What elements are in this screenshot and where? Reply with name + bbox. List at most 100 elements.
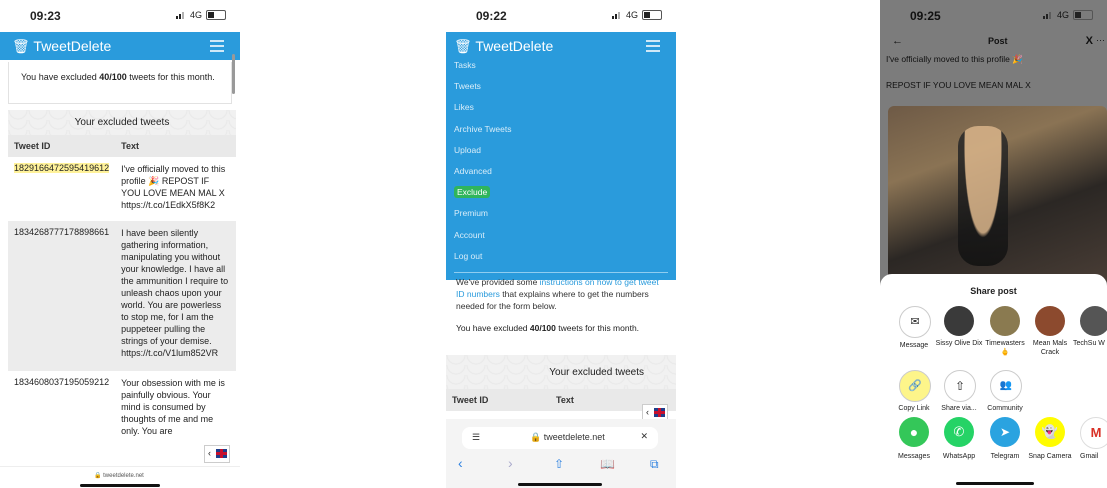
bookmarks-icon[interactable]: 📖 (600, 457, 615, 471)
address-bar[interactable]: ☰ 🔒 tweetdelete.net ✕ (462, 427, 658, 449)
menu-item-log-out[interactable]: Log out (446, 246, 676, 267)
menu-item-upload[interactable]: Upload (446, 140, 676, 161)
column-header-text: Text (556, 395, 574, 405)
brand-logo[interactable]: 🗑 TweetDelete (454, 38, 553, 55)
signal-icon (175, 11, 186, 19)
network-type: 4G (625, 10, 638, 20)
browser-bottom-bar: ☰ 🔒 tweetdelete.net ✕ ‹ › ⇧ 📖 ⧉ (446, 419, 676, 488)
x-logo-icon: X (1085, 35, 1093, 47)
hamburger-menu-icon[interactable] (646, 40, 660, 52)
tweet-id-cell: 1834608037195059212 (14, 377, 110, 387)
signal-icon (1042, 11, 1053, 19)
status-bar: 09:22 4G (446, 0, 676, 30)
menu-item-premium[interactable]: Premium (446, 203, 676, 224)
column-header-tweet-id: Tweet ID (8, 135, 116, 157)
column-header-tweet-id: Tweet ID (452, 395, 489, 405)
contact-label: TechSu W (1073, 340, 1105, 347)
menu-item-account[interactable]: Account (446, 225, 676, 246)
notice-prefix: You have excluded (456, 323, 530, 333)
share-icon[interactable]: ⇧ (944, 370, 976, 402)
post-text-2: REPOST IF YOU LOVE MEAN MAL X (886, 80, 1031, 90)
whatsapp-app-icon[interactable]: ✆ (944, 417, 974, 447)
menu-item-likes[interactable]: Likes (446, 97, 676, 118)
share-icon[interactable]: ⇧ (554, 457, 564, 471)
status-indicators: 4G (1042, 10, 1093, 20)
section-header: Your excluded tweets (8, 110, 236, 135)
url-text: 🔒 tweetdelete.net (94, 473, 144, 479)
menu-item-tasks[interactable]: Tasks (446, 55, 676, 76)
avatar[interactable] (990, 306, 1020, 336)
brand-name: TweetDelete (475, 38, 554, 54)
battery-icon (1073, 10, 1093, 20)
notice-suffix: tweets for this month. (555, 323, 640, 333)
status-time: 09:25 (910, 9, 941, 23)
messages-app-icon[interactable]: ● (899, 417, 929, 447)
link-icon[interactable]: 🔗 (899, 370, 931, 402)
status-time: 09:23 (30, 9, 61, 23)
network-type: 4G (1056, 10, 1069, 20)
menu-item-archive-tweets[interactable]: Archive Tweets (446, 119, 676, 140)
hamburger-menu-icon[interactable] (210, 40, 224, 52)
telegram-app-icon[interactable]: ➤ (990, 417, 1020, 447)
brand-logo[interactable]: 🗑 TweetDelete (12, 38, 111, 55)
url-text: 🔒 tweetdelete.net (530, 432, 605, 442)
section-title: Your excluded tweets (74, 117, 170, 128)
post-media-image[interactable] (888, 106, 1107, 286)
home-indicator (956, 482, 1034, 485)
menu-item-tweets[interactable]: Tweets (446, 76, 676, 97)
app-label: Messages (898, 453, 930, 460)
contact-label: Mean Mals Crack (1032, 340, 1068, 356)
message-icon[interactable]: ✉ (899, 306, 931, 338)
menu-item-exclude[interactable]: Exclude (446, 182, 676, 203)
instructions-prefix: We've provided some (456, 277, 540, 287)
tweet-id: 1829166472595419612 (14, 163, 110, 173)
notice-prefix: You have excluded (21, 72, 100, 82)
language-selector[interactable]: ‹ (204, 445, 230, 463)
instructions-text: We've provided some instructions on how … (456, 276, 662, 316)
chevron-left-icon: ‹ (208, 448, 211, 458)
app-label: Gmail (1080, 453, 1099, 460)
person-figure (958, 126, 1008, 266)
nav-menu: Tasks Tweets Likes Archive Tweets Upload… (446, 55, 676, 267)
back-arrow-icon[interactable]: ← (892, 35, 903, 47)
back-icon[interactable]: ‹ (458, 455, 463, 471)
forward-icon[interactable]: › (508, 455, 513, 471)
action-label: Share via... (941, 405, 977, 412)
more-icon[interactable]: ··· (1096, 35, 1105, 45)
close-icon[interactable]: ✕ (640, 431, 648, 442)
notice-count: 40/100 (99, 72, 127, 82)
gmail-app-icon[interactable]: M (1080, 417, 1107, 449)
post-text-1: I've officially moved to this profile 🎉 (886, 54, 1023, 64)
avatar[interactable] (1080, 306, 1107, 336)
avatar[interactable] (944, 306, 974, 336)
url-value: tweetdelete.net (543, 432, 605, 442)
screenshot-x-share-sheet: 09:25 4G ← Post X ··· I've officially mo… (880, 0, 1107, 488)
community-icon[interactable]: 👥 (990, 370, 1022, 402)
address-bar[interactable]: 🔒 tweetdelete.net (0, 466, 240, 488)
action-label: Copy Link (898, 405, 930, 412)
avatar[interactable] (1035, 306, 1065, 336)
share-sheet-title: Share post (970, 286, 1017, 296)
menu-item-exclude-label: Exclude (454, 186, 491, 199)
app-header: 🗑 TweetDelete (0, 32, 240, 60)
menu-item-advanced[interactable]: Advanced (446, 161, 676, 182)
battery-icon (642, 10, 662, 20)
url-value: tweetdelete.net (103, 473, 144, 479)
table-row: 1829166472595419612 I've officially move… (8, 157, 236, 221)
table-row: 1834608037195059212 Your obsession with … (8, 371, 236, 443)
status-indicators: 4G (611, 10, 662, 20)
snapchat-app-icon[interactable]: 👻 (1035, 417, 1065, 447)
contact-label: Timewasters 🖕 (985, 340, 1025, 356)
app-label: Snap Camera (1028, 453, 1072, 460)
tabs-icon[interactable]: ☰ (472, 432, 480, 443)
scrollbar[interactable] (232, 54, 235, 94)
screenshot-tweetdelete-menu: 09:22 4G 🗑 TweetDelete Tasks Tweets Like… (446, 0, 676, 488)
post-title: Post (988, 36, 1008, 46)
action-label: Community (987, 405, 1023, 412)
status-indicators: 4G (175, 10, 226, 20)
tabs-overview-icon[interactable]: ⧉ (650, 457, 659, 472)
notice-count: 40/100 (529, 323, 556, 333)
screenshot-tweetdelete-excluded: 09:23 4G 🗑 TweetDelete You have excluded… (0, 0, 240, 488)
app-label: WhatsApp (942, 453, 976, 460)
section-title: Your excluded tweets (549, 367, 644, 378)
